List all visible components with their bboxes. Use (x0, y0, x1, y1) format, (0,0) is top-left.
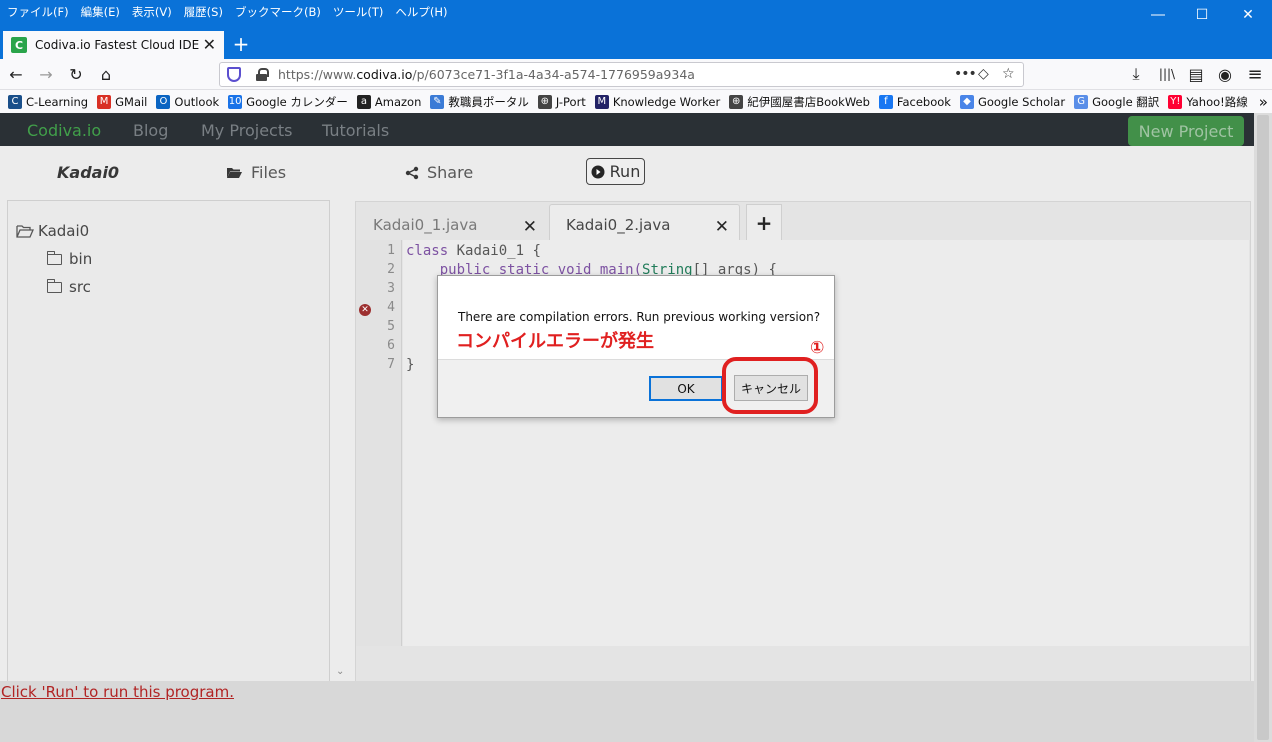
bookmark-favicon-icon: f (878, 94, 893, 109)
minimize-icon[interactable]: ― (1136, 0, 1180, 29)
page-vertical-scrollbar[interactable] (1254, 113, 1272, 742)
bookmark-label: 教職員ポータル (448, 94, 529, 109)
bookmark-favicon-icon: ◆ (959, 94, 974, 109)
bookmark-label: Facebook (896, 94, 951, 109)
library-icon[interactable]: |||\ (1156, 63, 1178, 85)
bookmark-item[interactable]: M GMail (97, 94, 148, 109)
codiva-favicon-icon: C (11, 37, 27, 53)
bookmark-label: Knowledge Worker (612, 94, 721, 109)
sidebar-icon[interactable]: ▤ (1185, 63, 1207, 85)
page-actions-icon[interactable]: ••• (954, 66, 977, 82)
menu-bar: ファイル(F) 編集(E) 表示(V) 履歴(S) ブックマーク(B) ツール(… (0, 0, 1272, 29)
annotation-step-number: ① (810, 338, 825, 358)
annotation-label: コンパイルエラーが発生 (456, 331, 654, 352)
bookmark-label: 紀伊國屋書店BookWeb (747, 94, 870, 109)
url-text[interactable]: https://www.codiva.io/p/6073ce71-3f1a-4a… (278, 67, 695, 82)
url-prefix: https://www. (278, 67, 357, 82)
bookmark-label: C-Learning (26, 94, 89, 109)
bookmark-favicon-icon: O (156, 94, 171, 109)
scrollbar-thumb[interactable] (1257, 115, 1269, 740)
tab-strip: C Codiva.io Fastest Cloud IDE ✕ + (0, 29, 1272, 59)
bookmark-item[interactable]: f Facebook (878, 94, 951, 109)
back-icon[interactable]: ← (5, 63, 27, 85)
tab-title: Codiva.io Fastest Cloud IDE (35, 38, 200, 52)
tracking-shield-icon[interactable] (227, 67, 241, 82)
window-close-icon[interactable]: ✕ (1226, 0, 1270, 29)
tab-close-icon[interactable]: ✕ (203, 35, 216, 54)
bookmark-label: Yahoo!路線 (1186, 94, 1248, 109)
bookmark-favicon-icon: Y! (1168, 94, 1183, 109)
bookmark-favicon-icon: G (1074, 94, 1089, 109)
annotation-highlight-box (722, 357, 818, 414)
bookmark-label: Google カレンダー (246, 94, 348, 109)
bookmark-item[interactable]: G Google 翻訳 (1074, 94, 1159, 110)
menu-help[interactable]: ヘルプ(H) (395, 4, 447, 20)
bookmark-favicon-icon: 10 (228, 94, 243, 109)
download-icon[interactable]: ⤓ (1125, 63, 1147, 85)
menu-view[interactable]: 表示(V) (132, 4, 172, 20)
modal-overlay (0, 113, 1254, 742)
bookmark-label: Google Scholar (977, 94, 1066, 109)
bookmark-label: GMail (115, 94, 148, 109)
bookmark-label: J-Port (555, 94, 586, 109)
bookmark-item[interactable]: ⊕ J-Port (537, 94, 586, 109)
forward-icon[interactable]: → (35, 63, 57, 85)
bookmarks-bar: C C-Learning M GMail O Outlook 10 Google カレンダー a… (0, 90, 1272, 113)
bookmark-favicon-icon: C (8, 94, 22, 109)
maximize-icon[interactable]: ☐ (1180, 0, 1224, 29)
menu-file[interactable]: ファイル(F) (7, 4, 69, 20)
bookmark-item[interactable]: C C-Learning (8, 94, 89, 109)
bookmark-favicon-icon: a (356, 94, 371, 109)
bookmark-favicon-icon: ⊕ (729, 94, 744, 109)
lock-icon[interactable] (256, 68, 269, 81)
browser-tab[interactable]: C Codiva.io Fastest Cloud IDE ✕ (3, 31, 224, 59)
account-icon[interactable]: ◉ (1214, 63, 1236, 85)
bookmark-favicon-icon: M (594, 94, 609, 109)
bookmark-favicon-icon: ✎ (430, 94, 445, 109)
reload-icon[interactable]: ↻ (65, 63, 87, 85)
ok-button[interactable]: OK (649, 376, 723, 401)
bookmark-item[interactable]: O Outlook (156, 94, 220, 109)
bookmark-label: Google 翻訳 (1092, 94, 1160, 109)
bookmark-item[interactable]: ⊕ 紀伊國屋書店BookWeb (729, 94, 870, 110)
menu-edit[interactable]: 編集(E) (81, 4, 120, 20)
new-tab-icon[interactable]: + (230, 31, 252, 57)
bookmark-favicon-icon: ⊕ (537, 94, 552, 109)
nav-bar: ← → ↻ ⌂ https://www.codiva.io/p/6073ce71… (0, 59, 1272, 90)
bookmark-star-icon[interactable]: ☆ (1002, 66, 1015, 82)
bookmark-label: Outlook (174, 94, 220, 109)
hamburger-menu-icon[interactable]: ≡ (1244, 63, 1266, 85)
bookmark-item[interactable]: M Knowledge Worker (594, 94, 721, 109)
bookmark-label: Amazon (374, 94, 422, 109)
bookmark-item[interactable]: ✎ 教職員ポータル (430, 94, 529, 110)
bookmark-item[interactable]: Y! Yahoo!路線 (1168, 94, 1248, 110)
menu-tools[interactable]: ツール(T) (333, 4, 384, 20)
menu-bookmarks[interactable]: ブックマーク(B) (235, 4, 321, 20)
menu-list: ファイル(F) 編集(E) 表示(V) 履歴(S) ブックマーク(B) ツール(… (7, 4, 447, 20)
url-bar[interactable]: https://www.codiva.io/p/6073ce71-3f1a-4a… (219, 62, 1024, 87)
bookmark-favicon-icon: M (97, 94, 112, 109)
browser-window: ファイル(F) 編集(E) 表示(V) 履歴(S) ブックマーク(B) ツール(… (0, 0, 1272, 742)
home-icon[interactable]: ⌂ (95, 63, 117, 85)
menu-history[interactable]: 履歴(S) (184, 4, 223, 20)
bookmarks-overflow-icon[interactable]: » (1259, 93, 1268, 111)
bookmark-item[interactable]: 10 Google カレンダー (228, 94, 348, 110)
bookmark-item[interactable]: ◆ Google Scholar (959, 94, 1066, 109)
url-path: /p/6073ce71-3f1a-4a34-a574-1776959a934a (412, 67, 695, 82)
pocket-icon[interactable]: ◇ (978, 66, 989, 82)
bookmark-item[interactable]: a Amazon (356, 94, 422, 109)
dialog-message: There are compilation errors. Run previo… (458, 310, 821, 324)
url-domain: codiva.io (356, 67, 413, 82)
